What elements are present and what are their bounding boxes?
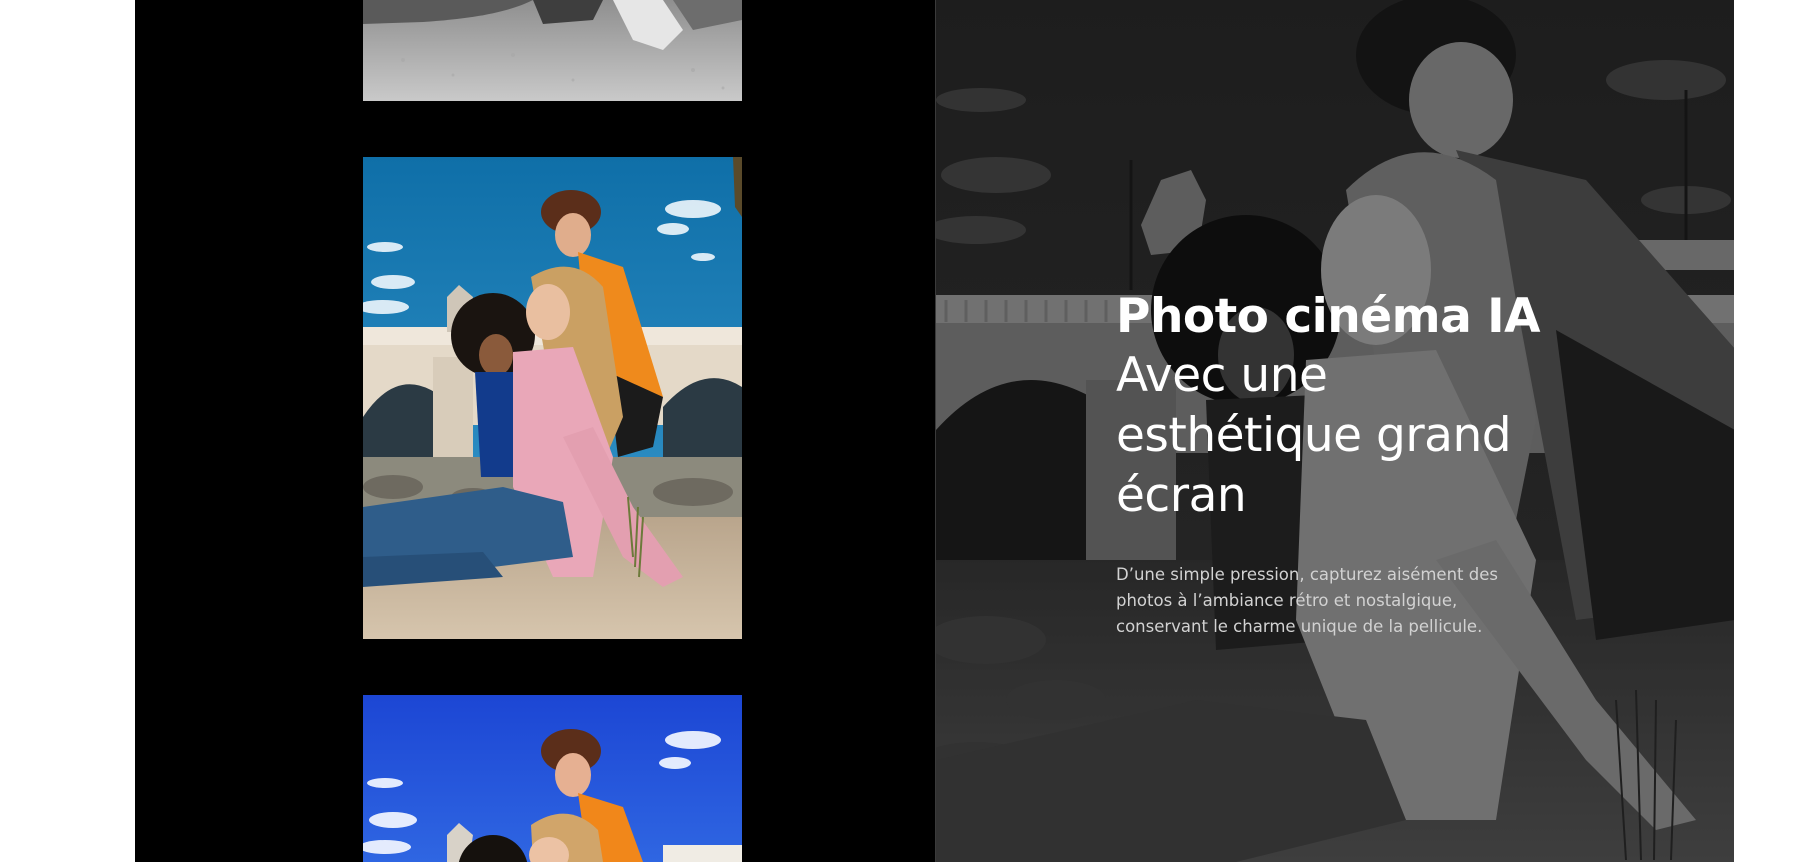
filmstrip-frame-bw[interactable] bbox=[363, 0, 742, 101]
filmstrip-frame-vivid[interactable] bbox=[363, 695, 742, 862]
hero-subtitle: Avec une esthétique grand écran bbox=[1116, 348, 1512, 523]
bw-photo-image bbox=[363, 0, 742, 101]
hero-copy: Photo cinéma IA Avec une esthétique gran… bbox=[1116, 288, 1556, 640]
page: Photo cinéma IA Avec une esthétique gran… bbox=[0, 0, 1820, 862]
hero-panel: Photo cinéma IA Avec une esthétique gran… bbox=[935, 0, 1734, 862]
feature-section: Photo cinéma IA Avec une esthétique gran… bbox=[135, 0, 1734, 862]
hero-description: D’une simple pression, capturez aisément… bbox=[1116, 565, 1498, 636]
color-photo-image bbox=[363, 157, 742, 639]
filmstrip-frame-color[interactable] bbox=[363, 157, 742, 639]
filmstrip bbox=[135, 0, 935, 862]
hero-title: Photo cinéma IA bbox=[1116, 289, 1541, 344]
vivid-photo-image bbox=[363, 695, 742, 862]
